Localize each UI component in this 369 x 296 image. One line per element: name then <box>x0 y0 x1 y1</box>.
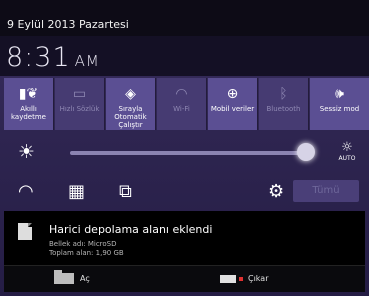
tile-smart-save[interactable]: ▮❦ Akıllı kaydetme <box>4 78 54 130</box>
notification-card[interactable]: Harici depolama alanı eklendi Bellek adı… <box>4 211 365 265</box>
bluetooth-icon: ᛒ <box>279 86 288 102</box>
clear-all-button[interactable]: Tümü <box>293 180 359 202</box>
folder-icon <box>54 270 74 284</box>
eject-indicator <box>239 276 243 281</box>
tile-label: Akıllı kaydetme <box>11 105 46 121</box>
clock-time: 8:31 <box>6 42 71 73</box>
tile-silent-mode[interactable]: 🕪 Sessiz mod <box>310 78 369 130</box>
gear-icon[interactable]: ⚙ <box>268 181 284 202</box>
mobile-data-icon: ⊕ <box>226 86 239 102</box>
equalizer-icon[interactable]: ▦ <box>68 181 85 202</box>
quick-actions-row: ◠ ▦ ⧉ ⚙ Tümü <box>0 173 369 209</box>
wifi-icon: ◠ <box>175 86 188 102</box>
notification-storage-size: Toplam alan: 1,90 GB <box>49 249 124 257</box>
sd-card-icon <box>18 223 32 240</box>
dictionary-icon: ▭ <box>72 86 87 102</box>
tile-wifi[interactable]: ◠ Wi-Fi <box>157 78 207 130</box>
silent-mode-icon: 🕪 <box>335 86 344 102</box>
brightness-slider[interactable] <box>70 151 307 155</box>
eject-button[interactable]: Çıkar <box>220 270 269 288</box>
notification-title: Harici depolama alanı eklendi <box>49 223 213 236</box>
date-label: 9 Eylül 2013 Pazartesi <box>7 18 129 31</box>
auto-brightness-icon: ☼ <box>341 140 353 155</box>
auto-brightness-button[interactable]: ☼ AUTO <box>335 140 359 163</box>
tile-bluetooth[interactable]: ᛒ Bluetooth <box>259 78 309 130</box>
eject-label: Çıkar <box>248 274 269 283</box>
brightness-row: ☀ ☼ AUTO <box>0 133 369 171</box>
tile-auto-rotate[interactable]: ◈ Sırayla Otomatik Çalıştır <box>106 78 156 130</box>
tile-label: Hızlı Sözlük <box>59 105 100 113</box>
tile-mobile-data[interactable]: ⊕ Mobil veriler <box>208 78 258 130</box>
clock-ampm: AM <box>74 52 100 70</box>
tile-label: Bluetooth <box>266 105 301 113</box>
screen-mirroring-icon[interactable]: ⧉ <box>119 181 132 202</box>
brightness-slider-handle[interactable] <box>297 143 315 161</box>
tile-label: Sessiz mod <box>319 105 360 113</box>
auto-rotate-icon: ◈ <box>125 86 136 102</box>
clock: 8:31 AM <box>6 42 100 73</box>
open-button[interactable]: Aç <box>54 270 90 288</box>
wifi-settings-icon[interactable]: ◠ <box>18 181 34 202</box>
tile-label: Wi-Fi <box>173 105 190 113</box>
brightness-icon: ☀ <box>18 141 36 163</box>
tile-label: Mobil veriler <box>210 105 255 113</box>
auto-brightness-label: AUTO <box>338 155 356 162</box>
open-label: Aç <box>80 274 90 283</box>
tile-label: Sırayla Otomatik Çalıştır <box>114 105 147 129</box>
notification-actions: Aç Çıkar <box>4 265 365 292</box>
quick-settings-tiles: ▮❦ Akıllı kaydetme ▭ Hızlı Sözlük ◈ Sıra… <box>4 78 369 130</box>
status-bar: 9 Eylül 2013 Pazartesi <box>0 0 369 36</box>
eject-icon <box>220 274 236 283</box>
smart-save-icon: ▮❦ <box>18 86 39 102</box>
tile-quick-dictionary[interactable]: ▭ Hızlı Sözlük <box>55 78 105 130</box>
notification-storage-name: Bellek adı: MicroSD <box>49 240 117 248</box>
